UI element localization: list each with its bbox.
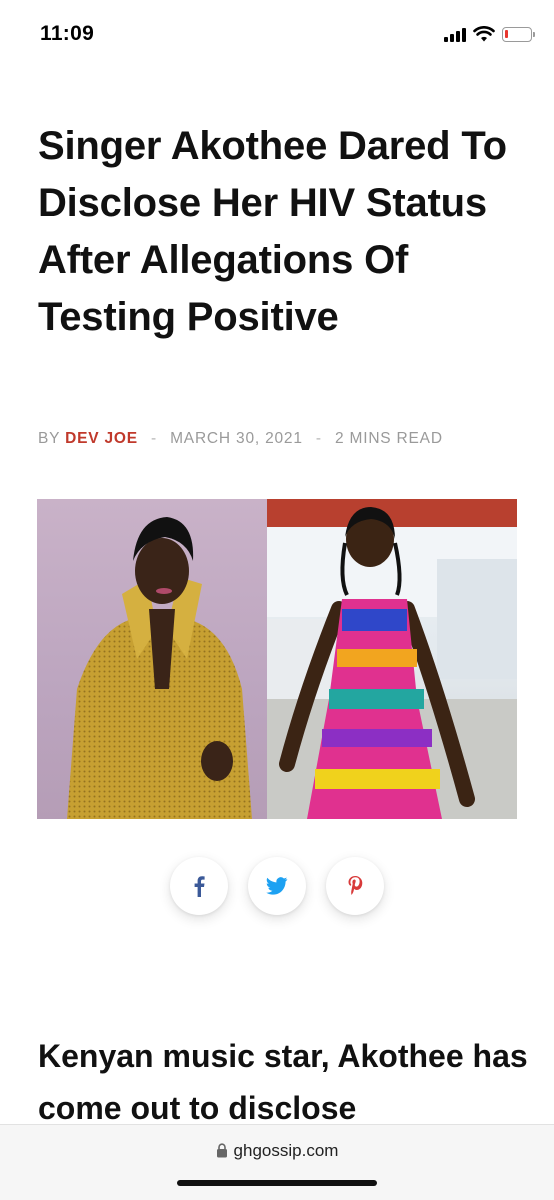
- hero-photo-left: [37, 499, 267, 819]
- hero-photo-right: [267, 499, 517, 819]
- twitter-icon: [266, 877, 288, 895]
- article-meta: BY DEV JOE - MARCH 30, 2021 - 2 MINS REA…: [38, 430, 528, 448]
- meta-separator: -: [151, 430, 157, 447]
- status-time: 11:09: [40, 22, 95, 45]
- status-bar: 11:09: [0, 0, 554, 66]
- author-link[interactable]: DEV JOE: [65, 430, 138, 447]
- cellular-signal-icon: [444, 26, 466, 42]
- status-icons: [444, 24, 535, 44]
- read-time: 2 MINS READ: [334, 430, 443, 447]
- article-lead-paragraph: Kenyan music star, Akothee has come out …: [38, 1038, 528, 1126]
- portrait-illustration: [67, 517, 252, 819]
- full-body-illustration: [267, 499, 517, 819]
- share-twitter-button[interactable]: [248, 857, 306, 915]
- url-display[interactable]: ghgossip.com: [0, 1141, 554, 1161]
- facebook-icon: [194, 876, 205, 897]
- share-facebook-button[interactable]: [170, 857, 228, 915]
- by-label: BY: [38, 430, 60, 447]
- publish-date: MARCH 30, 2021: [170, 430, 303, 447]
- article-headline: Singer Akothee Dared To Disclose Her HIV…: [38, 124, 507, 339]
- wifi-icon: [473, 26, 495, 42]
- lock-icon: [216, 1143, 227, 1158]
- meta-separator: -: [315, 430, 322, 447]
- battery-level: [505, 29, 508, 38]
- browser-url-bar[interactable]: ghgossip.com: [0, 1124, 554, 1200]
- pinterest-icon: [348, 876, 363, 895]
- share-pinterest-button[interactable]: [326, 857, 384, 915]
- page: 11:09 Singer Akothee Dared To Disclose H…: [0, 0, 554, 1200]
- home-indicator[interactable]: [177, 1180, 377, 1186]
- share-buttons: [0, 857, 554, 915]
- battery-icon: [502, 26, 535, 42]
- article-hero-image[interactable]: [37, 499, 517, 819]
- url-text: ghgossip.com: [233, 1141, 339, 1160]
